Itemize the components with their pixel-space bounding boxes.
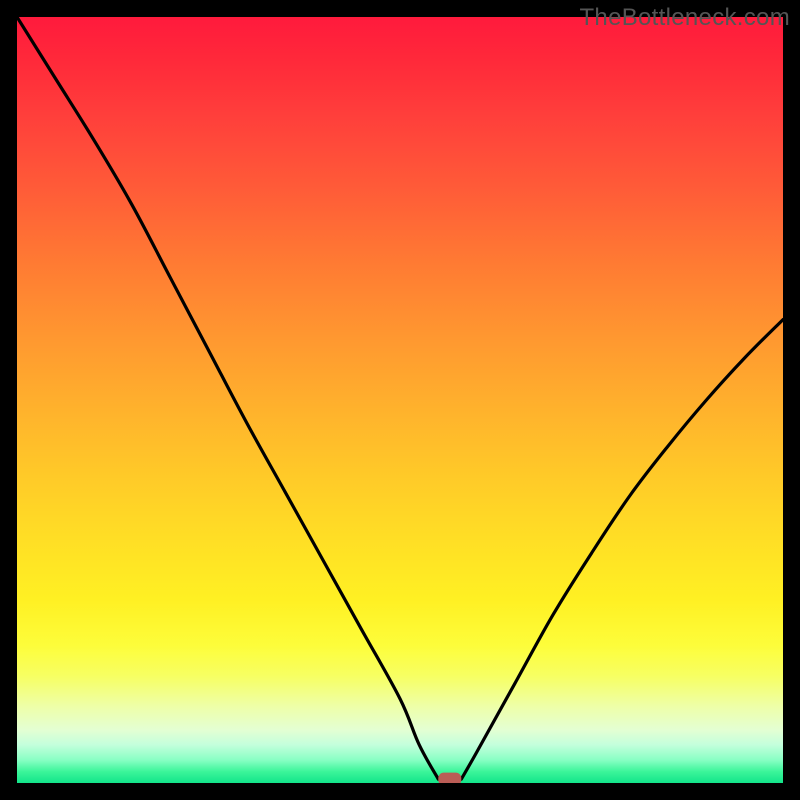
right-branch-curve xyxy=(461,320,783,780)
curve-layer xyxy=(17,17,783,783)
left-branch-curve xyxy=(17,17,438,779)
plot-area xyxy=(17,17,783,783)
watermark-text: TheBottleneck.com xyxy=(579,4,790,32)
chart-stage: TheBottleneck.com xyxy=(0,0,800,800)
trough-marker-icon xyxy=(439,773,461,783)
